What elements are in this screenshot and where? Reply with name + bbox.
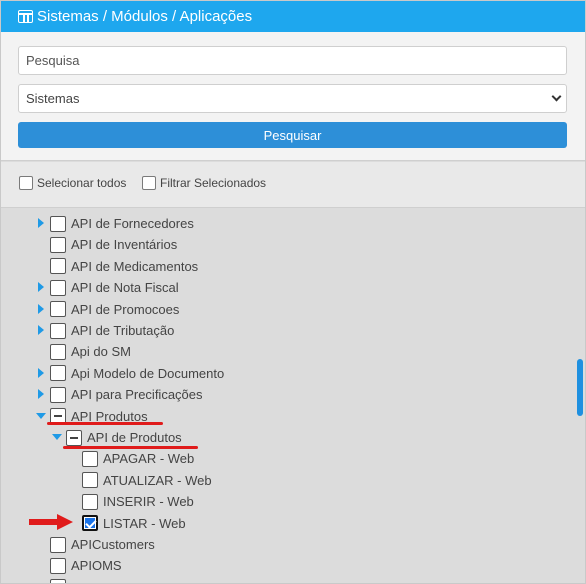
filter-selected-checkbox[interactable] bbox=[142, 176, 156, 190]
caret-right-icon[interactable] bbox=[38, 325, 44, 335]
tree-row[interactable]: Api do SM bbox=[50, 341, 131, 362]
tree-checkbox[interactable] bbox=[82, 472, 98, 489]
chevron-down-icon bbox=[551, 91, 562, 102]
tree-checkbox[interactable] bbox=[82, 450, 98, 467]
caret-right-icon[interactable] bbox=[38, 303, 44, 314]
tree-row[interactable]: API de Tributação bbox=[38, 320, 175, 341]
caret-down-icon[interactable] bbox=[52, 434, 62, 440]
search-input[interactable]: Pesquisa bbox=[18, 46, 567, 75]
panel-title: Sistemas / Módulos / Aplicações bbox=[37, 8, 253, 25]
tree-checkbox[interactable] bbox=[50, 236, 66, 253]
tree-row[interactable]: API de Fornecedores bbox=[38, 213, 194, 234]
filter-selected-option[interactable]: Filtrar Selecionados bbox=[142, 176, 266, 190]
tree-label: APAGAR - Web bbox=[103, 451, 195, 467]
caret-right-icon[interactable] bbox=[38, 282, 44, 293]
systems-select[interactable]: Sistemas bbox=[18, 84, 567, 113]
select-value: Sistemas bbox=[26, 91, 80, 106]
tree-label: INSERIR - Web bbox=[103, 494, 194, 510]
tree-label: Api Modelo de Documento bbox=[71, 365, 225, 381]
tree-checkbox[interactable] bbox=[82, 515, 98, 532]
tree-row[interactable]: API para Precificações bbox=[38, 384, 203, 405]
tree-checkbox[interactable] bbox=[50, 557, 66, 574]
tree-checkbox[interactable] bbox=[50, 279, 66, 296]
tree-label: APIOMS bbox=[71, 558, 122, 574]
tree-row[interactable]: APICustomers bbox=[50, 534, 155, 555]
annotation-arrow-icon bbox=[29, 514, 73, 530]
tree-label: API de Inventários bbox=[71, 237, 178, 253]
select-all-label: Selecionar todos bbox=[37, 176, 127, 190]
tree-checkbox[interactable] bbox=[82, 493, 98, 510]
caret-right-icon[interactable] bbox=[38, 218, 44, 228]
tree-row[interactable]: APAGAR - Web bbox=[82, 448, 194, 469]
selection-bar: Selecionar todos Filtrar Selecionados bbox=[1, 162, 585, 208]
select-all-checkbox[interactable] bbox=[19, 176, 33, 190]
tree-row[interactable]: APIOMS bbox=[50, 555, 122, 576]
search-button[interactable]: Pesquisar bbox=[18, 122, 567, 148]
tree-row[interactable]: API de Produtos bbox=[52, 427, 182, 448]
tree-label: API de Produtos bbox=[87, 430, 182, 445]
tree-checkbox[interactable] bbox=[66, 429, 82, 446]
scrollbar-thumb[interactable] bbox=[577, 359, 583, 416]
tree-label: API para Precificações bbox=[71, 387, 203, 403]
select-all-option[interactable]: Selecionar todos bbox=[19, 176, 126, 190]
tree-label: API de Nota Fiscal bbox=[71, 280, 179, 296]
tree-row[interactable]: API de Nota Fiscal bbox=[38, 277, 179, 298]
tree-checkbox[interactable] bbox=[50, 343, 66, 360]
tree-checkbox[interactable] bbox=[50, 365, 66, 382]
tree-label: APIPayments bbox=[71, 580, 150, 583]
tree-checkbox[interactable] bbox=[50, 258, 66, 275]
caret-right-icon[interactable] bbox=[38, 389, 44, 400]
tree-checkbox[interactable] bbox=[50, 215, 66, 232]
tree-label: APICustomers bbox=[71, 537, 155, 552]
annotation-underline bbox=[47, 422, 163, 425]
panel-header: Sistemas / Módulos / Aplicações bbox=[1, 1, 585, 32]
tree-row[interactable]: API de Medicamentos bbox=[50, 256, 198, 277]
tree-label: API de Fornecedores bbox=[71, 216, 194, 231]
filter-selected-label: Filtrar Selecionados bbox=[160, 176, 267, 190]
filters-area: Pesquisa Sistemas Pesquisar bbox=[1, 32, 585, 161]
module-tree: API de Fornecedores API de Inventários API… bbox=[1, 209, 585, 583]
tree-row[interactable]: APIPayments bbox=[50, 577, 150, 583]
tree-row[interactable]: Api Modelo de Documento bbox=[38, 363, 225, 384]
annotation-underline bbox=[63, 446, 198, 449]
systems-panel: Sistemas / Módulos / Aplicações Pesquisa… bbox=[0, 0, 586, 584]
tree-row[interactable]: API de Promocoes bbox=[38, 299, 180, 320]
tree-label: Api do SM bbox=[71, 344, 131, 360]
tree-checkbox[interactable] bbox=[50, 301, 66, 318]
tree-row[interactable]: INSERIR - Web bbox=[82, 491, 194, 512]
caret-right-icon[interactable] bbox=[38, 367, 44, 378]
tree-row[interactable]: LISTAR - Web bbox=[82, 513, 186, 534]
tree-label: API de Medicamentos bbox=[71, 258, 199, 274]
search-placeholder: Pesquisa bbox=[26, 53, 80, 68]
caret-down-icon[interactable] bbox=[36, 412, 46, 419]
tree-label: LISTAR - Web bbox=[103, 515, 186, 531]
tree-checkbox[interactable] bbox=[50, 386, 66, 403]
tree-row[interactable]: ATUALIZAR - Web bbox=[82, 470, 212, 491]
tree-label: API de Tributação bbox=[71, 323, 175, 338]
tree-checkbox[interactable] bbox=[50, 579, 66, 583]
tree-label: API de Promocoes bbox=[71, 301, 180, 317]
tree-checkbox[interactable] bbox=[50, 536, 66, 553]
tree-checkbox[interactable] bbox=[50, 322, 66, 339]
tree-label: ATUALIZAR - Web bbox=[103, 472, 212, 488]
window-grid-icon bbox=[18, 10, 33, 23]
tree-row[interactable]: API de Inventários bbox=[50, 234, 177, 255]
